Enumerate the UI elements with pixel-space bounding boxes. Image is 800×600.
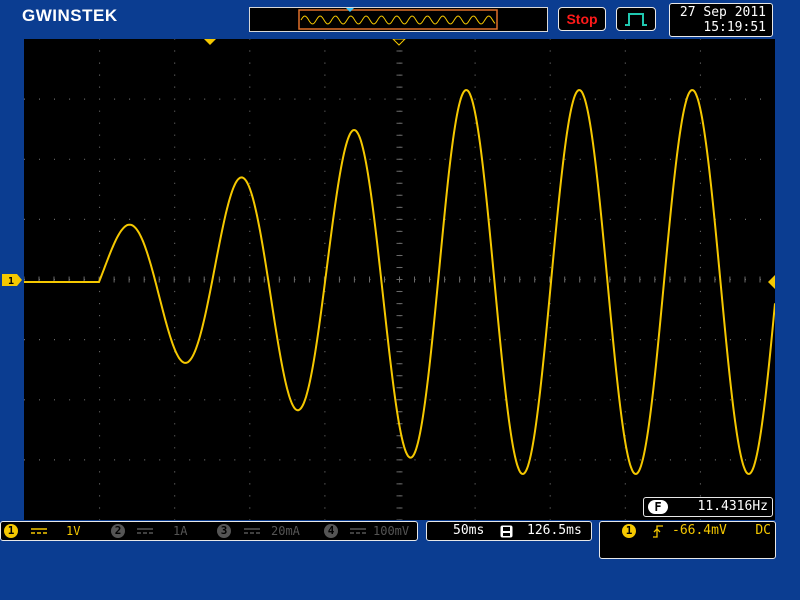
channel-2-badge[interactable]: 2 bbox=[111, 524, 125, 538]
position-icon bbox=[500, 525, 513, 538]
channel-3-badge[interactable]: 3 bbox=[217, 524, 231, 538]
channel-4-scale: 100mV bbox=[373, 524, 410, 538]
waveform-display[interactable] bbox=[24, 39, 775, 520]
horizontal-center-marker bbox=[392, 39, 406, 46]
trigger-info-display[interactable]: 1 -66.4mV DC bbox=[599, 521, 776, 559]
brand-logo: GWINSTEK bbox=[22, 6, 118, 25]
memory-overview-bar[interactable] bbox=[249, 7, 548, 32]
channel-1-scale: 1V bbox=[66, 524, 81, 538]
date-text: 27 Sep 2011 bbox=[679, 5, 766, 20]
dc-coupling-icon bbox=[350, 528, 366, 534]
channel-2-scale: 1A bbox=[173, 524, 188, 538]
frequency-measurement: F 11.4316Hz bbox=[643, 497, 773, 517]
trigger-mode-indicator[interactable] bbox=[616, 7, 656, 31]
overview-waveform bbox=[298, 8, 498, 30]
frequency-value: 11.4316Hz bbox=[697, 499, 768, 514]
svg-text:1: 1 bbox=[8, 276, 14, 286]
date-time-display: 27 Sep 2011 15:19:51 bbox=[669, 3, 773, 37]
run-stop-status[interactable]: Stop bbox=[558, 7, 606, 31]
frequency-badge: F bbox=[648, 500, 668, 514]
time-per-division: 50ms bbox=[453, 523, 485, 538]
dc-coupling-icon bbox=[137, 528, 153, 534]
channel-1-badge[interactable]: 1 bbox=[4, 524, 18, 538]
overview-window-frame bbox=[298, 9, 498, 30]
channel-status-bar: 1 1V 2 1A 3 20mA 4 100mV bbox=[0, 521, 418, 541]
channel-1-ground-marker[interactable]: 1 bbox=[2, 274, 22, 286]
dc-coupling-icon bbox=[31, 528, 47, 534]
pulse-icon bbox=[625, 13, 647, 26]
overview-trace bbox=[300, 15, 496, 25]
trigger-level-marker bbox=[768, 275, 775, 289]
waveform-plot bbox=[24, 39, 775, 520]
trigger-level: -66.4mV bbox=[672, 523, 727, 538]
timebase-display[interactable]: 50ms 126.5ms bbox=[426, 521, 592, 541]
time-text: 15:19:51 bbox=[703, 20, 766, 35]
dc-coupling-icon bbox=[244, 528, 260, 534]
horizontal-position: 126.5ms bbox=[527, 523, 582, 538]
graticule-center-ticks bbox=[24, 39, 775, 520]
channel-3-scale: 20mA bbox=[271, 524, 300, 538]
trigger-position-marker bbox=[204, 39, 216, 45]
rising-edge-icon bbox=[653, 525, 663, 538]
trigger-coupling: DC bbox=[755, 523, 771, 538]
trigger-source-badge: 1 bbox=[622, 524, 636, 538]
channel-4-badge[interactable]: 4 bbox=[324, 524, 338, 538]
